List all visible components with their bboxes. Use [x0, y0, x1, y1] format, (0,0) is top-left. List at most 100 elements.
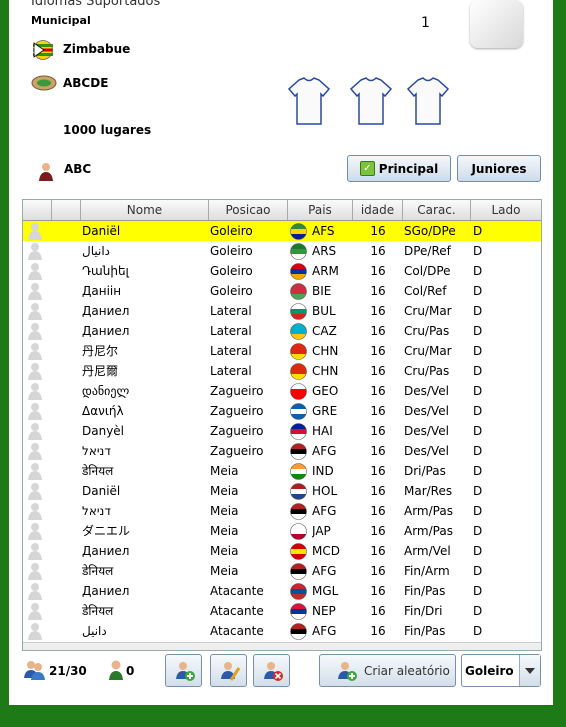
col-header-posicao[interactable]: Posicao	[209, 200, 288, 220]
table-row[interactable]: דניאל Zagueiro AFG 16 Des/Vel D	[23, 441, 541, 461]
player-age: 16	[370, 584, 386, 598]
table-row[interactable]: დანიელ Zagueiro GEO 16 Des/Vel D	[23, 381, 541, 401]
table-row[interactable]: Даниел Meia MCD 16 Arm/Vel D	[23, 541, 541, 561]
add-user-icon	[176, 662, 195, 681]
player-side: D	[473, 484, 483, 498]
country-flag-icon	[290, 283, 307, 300]
table-row[interactable]: Daniël Meia HOL 16 Mar/Res D	[23, 481, 541, 501]
player-silhouette-icon	[28, 463, 42, 480]
player-name: Даниел	[82, 324, 130, 338]
remove-player-button[interactable]	[253, 654, 290, 687]
country-flag-icon	[290, 243, 307, 260]
principal-label: Principal	[378, 161, 439, 176]
capacity-label: 1000 lugares	[63, 123, 152, 137]
create-random-button[interactable]: Criar aleatório	[319, 654, 456, 687]
player-name: ダニエル	[82, 524, 131, 538]
country-flag-icon	[290, 323, 307, 340]
player-country: AFG	[312, 444, 337, 458]
player-side: D	[473, 624, 483, 638]
player-country: AFG	[312, 564, 337, 578]
table-row[interactable]: Даниел Lateral BUL 16 Cru/Mar D	[23, 301, 541, 321]
player-country: JAP	[312, 524, 331, 538]
player-country: GRE	[312, 404, 338, 418]
player-side: D	[473, 224, 483, 238]
player-side: D	[473, 524, 483, 538]
table-row[interactable]: Daniël Goleiro AFS 16 SGo/DPe D	[23, 221, 541, 241]
player-name: डेनियल	[82, 464, 114, 478]
horizontal-scrollbar[interactable]	[23, 642, 541, 650]
country-flag-icon	[290, 603, 307, 620]
table-row[interactable]: Դանիել Goleiro ARM 16 Col/DPe D	[23, 261, 541, 281]
col-header-carac[interactable]: Carac.	[403, 200, 471, 220]
player-country: BIE	[312, 284, 332, 298]
table-row[interactable]: 丹尼爾 Lateral CHN 16 Cru/Pas D	[23, 361, 541, 381]
player-country: AFG	[312, 624, 337, 638]
player-characteristics: Mar/Res	[404, 484, 453, 498]
player-position: Lateral	[210, 324, 252, 338]
principal-button[interactable]: ✓ Principal	[347, 155, 451, 182]
manager-label: ABC	[64, 162, 92, 176]
dropdown-arrow-button[interactable]	[519, 655, 540, 686]
player-position: Goleiro	[210, 244, 253, 258]
edit-user-icon	[221, 662, 241, 681]
player-characteristics: Fin/Arm	[404, 564, 450, 578]
juniors-count: 0	[126, 664, 135, 678]
table-row[interactable]: Даниел Atacante MGL 16 Fin/Pas D	[23, 581, 541, 601]
player-side: D	[473, 404, 483, 418]
players-icon	[24, 661, 45, 680]
player-characteristics: Arm/Pas	[404, 504, 453, 518]
player-country: CAZ	[312, 324, 337, 338]
player-name: Даніін	[82, 284, 122, 298]
player-characteristics: Cru/Pas	[404, 364, 450, 378]
create-random-label: Criar aleatório	[364, 663, 450, 678]
player-side: D	[473, 444, 483, 458]
col-header-icon[interactable]	[23, 200, 52, 220]
col-header-lado[interactable]: Lado	[471, 200, 541, 220]
player-silhouette-icon	[28, 383, 42, 400]
player-country: HOL	[312, 484, 338, 498]
player-side: D	[473, 544, 483, 558]
col-header-idade[interactable]: idade	[353, 200, 403, 220]
country-flag-icon	[290, 503, 307, 520]
table-row[interactable]: دانيال Goleiro ARS 16 DPe/Ref D	[23, 241, 541, 261]
player-name: دانیل	[82, 624, 107, 638]
player-country: BUL	[312, 304, 336, 318]
edit-player-button[interactable]	[210, 654, 247, 687]
juniores-button[interactable]: Juniores	[457, 155, 541, 182]
col-header-nome[interactable]: Nome	[81, 200, 209, 220]
player-position: Goleiro	[210, 264, 253, 278]
table-row[interactable]: דניאל Meia AFG 16 Arm/Pas D	[23, 501, 541, 521]
country-flag-icon	[290, 223, 307, 240]
player-country: GEO	[312, 384, 339, 398]
table-row[interactable]: Даниел Lateral CAZ 16 Cru/Pas D	[23, 321, 541, 341]
country-flag-icon	[290, 623, 307, 640]
table-row[interactable]: डेनियल Meia IND 16 Dri/Pas D	[23, 461, 541, 481]
player-side: D	[473, 564, 483, 578]
player-position: Zagueiro	[210, 444, 264, 458]
col-header-blank[interactable]	[52, 200, 81, 220]
col-header-pais[interactable]: Pais	[288, 200, 353, 220]
table-row[interactable]: 丹尼尔 Lateral CHN 16 Cru/Mar D	[23, 341, 541, 361]
player-position: Zagueiro	[210, 404, 264, 418]
player-characteristics: Des/Vel	[404, 384, 449, 398]
table-row[interactable]: डेनियल Atacante NEP 16 Fin/Dri D	[23, 601, 541, 621]
country-flag-icon	[290, 463, 307, 480]
table-row[interactable]: دانیل Atacante AFG 16 Fin/Pas D	[23, 621, 541, 641]
player-age: 16	[370, 604, 386, 618]
player-name: Daniël	[82, 224, 121, 238]
player-country: CHN	[312, 344, 339, 358]
table-row[interactable]: Δανιήλ Zagueiro GRE 16 Des/Vel D	[23, 401, 541, 421]
country-flag-icon	[290, 383, 307, 400]
player-name: Danyèl	[82, 424, 125, 438]
add-player-button[interactable]	[165, 654, 202, 687]
table-row[interactable]: डेनियल Meia AFG 16 Fin/Arm D	[23, 561, 541, 581]
table-row[interactable]: Даніін Goleiro BIE 16 Col/Ref D	[23, 281, 541, 301]
table-row[interactable]: ダニエル Meia JAP 16 Arm/Pas D	[23, 521, 541, 541]
player-position: Goleiro	[210, 284, 253, 298]
player-age: 16	[370, 624, 386, 638]
player-characteristics: SGo/DPe	[404, 224, 456, 238]
player-silhouette-icon	[28, 403, 42, 420]
table-row[interactable]: Danyèl Zagueiro HAI 16 Des/Vel D	[23, 421, 541, 441]
position-select[interactable]: Goleiro	[461, 654, 541, 687]
player-side: D	[473, 384, 483, 398]
